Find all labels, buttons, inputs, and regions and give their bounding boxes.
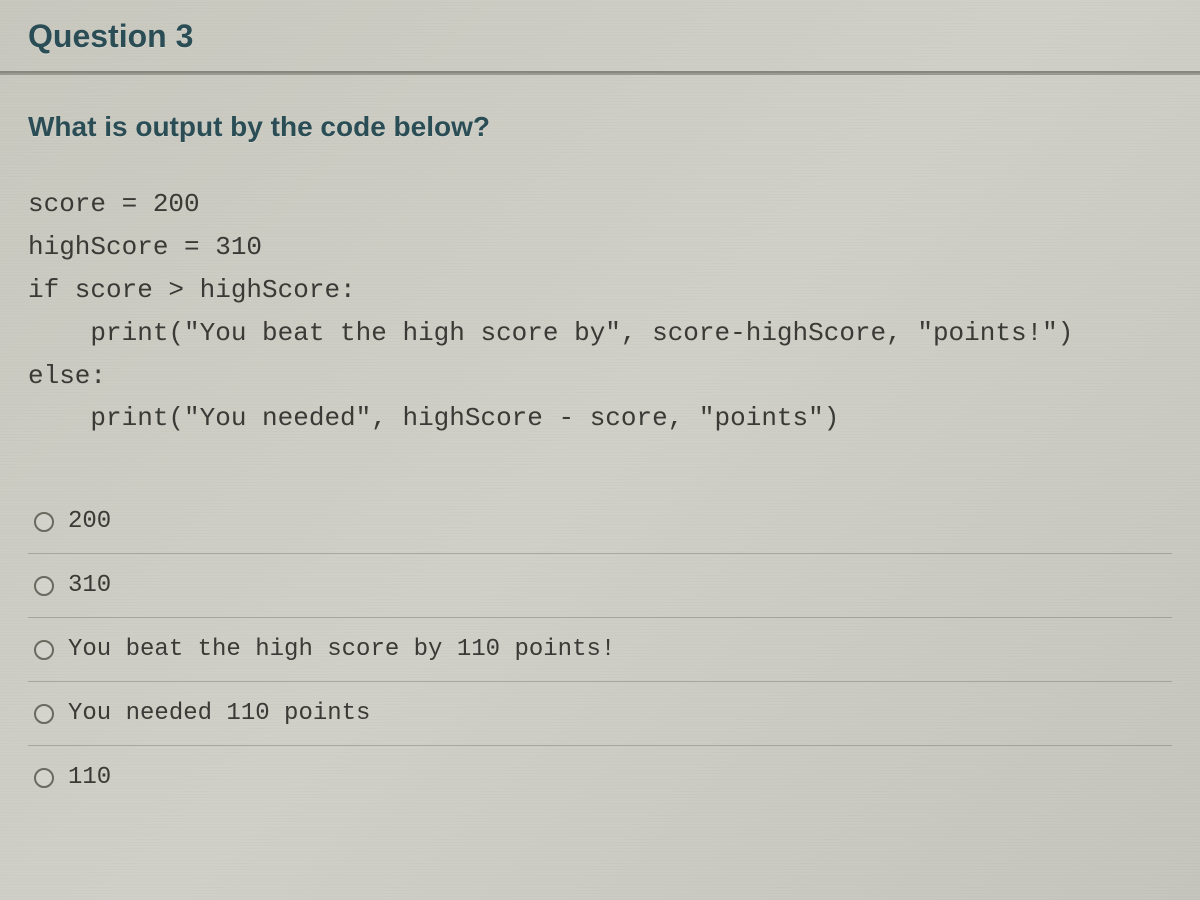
option-label: 110 [68, 764, 111, 791]
question-title: Question 3 [28, 18, 1172, 55]
option-label: 310 [68, 572, 111, 599]
radio-icon[interactable] [34, 512, 54, 532]
option-row[interactable]: 110 [28, 746, 1172, 809]
radio-icon[interactable] [34, 768, 54, 788]
code-block: score = 200 highScore = 310 if score > h… [28, 183, 1172, 440]
option-label: You needed 110 points [68, 700, 370, 727]
answer-options: 200 310 You beat the high score by 110 p… [28, 490, 1172, 809]
question-body: What is output by the code below? score … [0, 75, 1200, 809]
option-row[interactable]: 200 [28, 490, 1172, 554]
radio-icon[interactable] [34, 640, 54, 660]
question-header: Question 3 [0, 0, 1200, 73]
option-label: You beat the high score by 110 points! [68, 636, 615, 663]
radio-icon[interactable] [34, 704, 54, 724]
option-row[interactable]: You needed 110 points [28, 682, 1172, 746]
option-label: 200 [68, 508, 111, 535]
question-prompt: What is output by the code below? [28, 111, 1172, 143]
option-row[interactable]: 310 [28, 554, 1172, 618]
radio-icon[interactable] [34, 576, 54, 596]
option-row[interactable]: You beat the high score by 110 points! [28, 618, 1172, 682]
